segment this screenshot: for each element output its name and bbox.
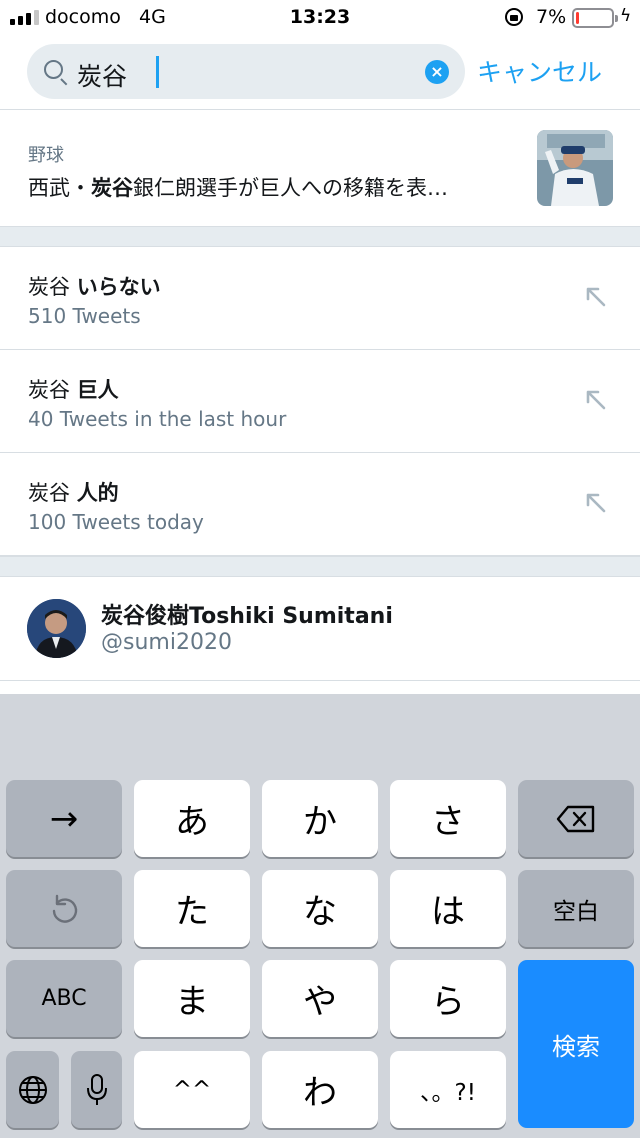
search-input[interactable]: 炭谷 [77, 57, 127, 93]
suggestion-row[interactable]: 炭谷 いらない 510 Tweets [0, 247, 640, 350]
suggestion-highlight: 巨人 [76, 378, 119, 402]
suggestion-highlight: いらない [76, 275, 161, 299]
kana-key[interactable]: さ [390, 780, 506, 857]
suggestion-meta: 100 Tweets today [28, 510, 204, 534]
kana-key[interactable]: や [262, 960, 378, 1037]
search-icon [44, 60, 63, 79]
suggestion-prefix: 炭谷 [28, 481, 77, 505]
kana-key[interactable]: わ [262, 1051, 378, 1128]
undo-key[interactable] [6, 870, 122, 947]
news-title-prefix: 西武・ [28, 176, 91, 200]
suggestion-query: 炭谷 人的 [28, 477, 119, 507]
kana-key[interactable]: ら [390, 960, 506, 1037]
suggestion-meta: 510 Tweets [28, 304, 141, 328]
kana-key[interactable]: た [134, 870, 250, 947]
kana-key[interactable]: か [262, 780, 378, 857]
clear-icon[interactable]: × [425, 60, 449, 84]
account-handle: @sumi2020 [101, 630, 232, 655]
fill-query-arrow-icon[interactable] [584, 388, 608, 412]
globe-key[interactable] [6, 1051, 59, 1128]
news-title-suffix: 銀仁朗選手が巨人への移籍を表… [133, 176, 448, 200]
suggestion-query: 炭谷 巨人 [28, 374, 119, 404]
kaomoji-key[interactable]: ^^ [134, 1051, 250, 1128]
delete-icon [556, 805, 595, 832]
battery-fill [576, 12, 579, 24]
news-title: 西武・炭谷銀仁朗選手が巨人への移籍を表… [28, 172, 448, 202]
delete-key[interactable] [518, 780, 634, 857]
suggestion-prefix: 炭谷 [28, 275, 77, 299]
kana-key[interactable]: あ [134, 780, 250, 857]
kana-key[interactable]: ま [134, 960, 250, 1037]
kana-key[interactable]: は [390, 870, 506, 947]
keyboard: → あ か さ た な は 空白 ABC ま や ら 検索 ^^ わ 、。?! [0, 694, 640, 1138]
suggestion-query: 炭谷 いらない [28, 271, 161, 301]
suggestion-meta: 40 Tweets in the last hour [28, 407, 287, 431]
abc-key[interactable]: ABC [6, 960, 122, 1037]
news-category: 野球 [28, 145, 64, 166]
cancel-button[interactable]: キャンセル [477, 53, 602, 89]
suggestion-prefix: 炭谷 [28, 378, 77, 402]
search-bar[interactable]: 炭谷 × [27, 44, 465, 99]
fill-query-arrow-icon[interactable] [584, 491, 608, 515]
news-title-highlight: 炭谷 [91, 176, 133, 200]
divider [0, 109, 640, 110]
divider [0, 680, 640, 681]
status-bar: docomo 4G 13:23 7% ϟ [0, 0, 640, 36]
suggestion-highlight: 人的 [76, 481, 119, 505]
battery-percent: 7% [536, 6, 567, 28]
battery-icon [572, 8, 618, 28]
undo-icon [52, 894, 78, 923]
news-thumbnail [537, 130, 613, 206]
charging-icon: ϟ [620, 6, 632, 26]
section-gap [0, 226, 640, 247]
mic-icon [86, 1073, 107, 1105]
section-gap [0, 556, 640, 577]
fill-query-arrow-icon[interactable] [584, 285, 608, 309]
text-cursor [156, 56, 159, 88]
space-key[interactable]: 空白 [518, 870, 634, 947]
account-name: 炭谷俊樹Toshiki Sumitani [101, 604, 393, 629]
suggestion-row[interactable]: 炭谷 巨人 40 Tweets in the last hour [0, 350, 640, 453]
rotation-lock-icon [505, 8, 523, 26]
next-candidate-key[interactable]: → [6, 780, 122, 857]
mic-key[interactable] [71, 1051, 122, 1128]
search-key[interactable]: 検索 [518, 960, 634, 1128]
suggestion-row[interactable]: 炭谷 人的 100 Tweets today [0, 453, 640, 556]
punctuation-key[interactable]: 、。?! [390, 1051, 506, 1128]
avatar [27, 599, 86, 658]
globe-icon [18, 1075, 47, 1104]
kana-key[interactable]: な [262, 870, 378, 947]
